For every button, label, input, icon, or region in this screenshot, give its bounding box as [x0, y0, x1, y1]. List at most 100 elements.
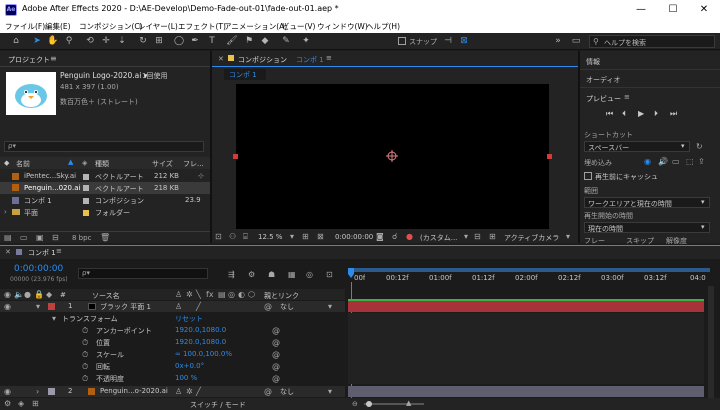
tag-icon[interactable]: ◈ [82, 159, 87, 167]
layer-row[interactable]: ◉ › 2 Penguin...o-2020.ai ♙ ✲ ╱ @ なし ▾ [0, 386, 345, 397]
grid-icon[interactable]: ⊞ [489, 232, 496, 241]
close-tab-icon[interactable]: ✕ [218, 55, 224, 63]
viewer-timecode[interactable]: 0:00:00:00 [335, 233, 373, 241]
project-search-input[interactable]: ρ▾ [4, 141, 204, 152]
cache-checkbox[interactable] [584, 172, 592, 180]
shy-switch-icon[interactable]: ♙ [175, 387, 182, 396]
label-swatch[interactable] [48, 303, 55, 310]
solo-icon[interactable]: ● [24, 290, 31, 299]
stopwatch-icon[interactable]: ⏱ [82, 350, 88, 360]
new-folder-icon[interactable]: ▭ [20, 233, 28, 242]
zoom-slider[interactable] [364, 403, 424, 405]
menu-edit[interactable]: 編集(E) [45, 21, 71, 32]
label-swatch[interactable] [83, 185, 89, 191]
header-type[interactable]: 種類 [95, 159, 109, 169]
menu-layer[interactable]: レイヤー(L) [138, 21, 178, 32]
stopwatch-icon[interactable]: ⏱ [82, 338, 88, 348]
project-item-row[interactable]: iPentec...Sky.ai ベクトルアート 212 KB ⊹ [0, 171, 210, 182]
menu-help[interactable]: ヘルプ(H) [366, 21, 400, 32]
pickwhip-icon[interactable]: @ [272, 350, 280, 359]
preview-panel-tab[interactable]: プレビュー [586, 94, 621, 104]
playhead[interactable] [348, 268, 354, 282]
chevron-down-icon[interactable]: ▾ [52, 314, 56, 323]
property-row[interactable]: ⏱ 不透明度 100 % @ [0, 373, 345, 384]
bpc-label[interactable]: 8 bpc [72, 234, 91, 242]
work-area-bar[interactable] [348, 268, 710, 272]
audio-panel-tab[interactable]: オーディオ [586, 75, 621, 85]
expand-modes-icon[interactable]: ⊞ [32, 399, 39, 408]
audio-icon[interactable]: 🔈 [14, 290, 24, 299]
property-row[interactable]: ⏱ スケール ∞ 100.0,100.0% @ [0, 349, 345, 360]
eye-icon[interactable]: ◉ [4, 290, 11, 299]
pickwhip-icon[interactable]: @ [264, 387, 272, 396]
minimize-button[interactable]: — [634, 3, 648, 17]
brush-tool-icon[interactable]: 🖌 [226, 35, 238, 47]
pickwhip-icon[interactable]: @ [272, 338, 280, 347]
quality-dropdown[interactable]: (カスタム... [420, 233, 457, 243]
eye-icon[interactable]: ◉ [4, 302, 11, 311]
hand-tool-icon[interactable]: ✋ [47, 35, 59, 47]
reset-link[interactable]: リセット [175, 314, 203, 324]
snap-options-icon[interactable]: ⊣ [442, 35, 454, 47]
layer-name[interactable]: Penguin...o-2020.ai [100, 387, 168, 395]
property-value[interactable]: 100 % [175, 374, 197, 382]
overlays-toggle-icon[interactable]: ▭ [672, 157, 680, 166]
motion-blur-icon[interactable]: ◎ [306, 270, 313, 279]
panel-menu-icon[interactable]: ≡ [624, 93, 630, 101]
parent-value[interactable]: なし [280, 387, 294, 397]
trash-icon[interactable]: 🗑 [100, 233, 110, 242]
source-name-header[interactable]: ソース名 [92, 291, 120, 301]
time-ruler[interactable]: 00f 00:12f 01:00f 01:12f 02:00f 02:12f 0… [348, 268, 710, 290]
stopwatch-icon[interactable]: ⏱ [82, 374, 88, 384]
pan-behind-icon[interactable]: ⊞ [153, 35, 165, 47]
lock-icon[interactable] [228, 55, 234, 61]
expand-switches-icon[interactable]: ◈ [18, 399, 24, 408]
first-frame-icon[interactable]: ⏮ [606, 109, 613, 119]
project-item-row[interactable]: Penguin...020.ai ベクトルアート 218 KB [0, 182, 210, 194]
ellipse-tool-icon[interactable]: ◯ [173, 35, 185, 47]
layer-bar-1[interactable] [348, 301, 704, 312]
menu-composition[interactable]: コンポジション(C) [79, 21, 143, 32]
stopwatch-icon[interactable]: ⏱ [82, 362, 88, 372]
expand-icon[interactable]: » [552, 35, 564, 47]
camera-dropdown[interactable]: アクティブカメラ [504, 233, 559, 243]
quality-switch-icon[interactable]: ╱ [196, 302, 201, 311]
pan-camera-icon[interactable]: ✛ [100, 35, 112, 47]
zoom-tool-icon[interactable]: ⚲ [63, 35, 75, 47]
menu-effect[interactable]: エフェクト(T) [178, 21, 226, 32]
composition-name[interactable]: コンポ 1 [296, 55, 324, 65]
sort-asc-icon[interactable]: ▲ [68, 158, 73, 166]
pickwhip-icon[interactable]: @ [272, 362, 280, 371]
vr-icon[interactable]: ⚇ [229, 232, 236, 241]
property-value[interactable]: 0x+0.0° [175, 362, 204, 370]
help-search-input[interactable]: ⚲ ヘルプを検索 [589, 35, 715, 48]
panel-menu-icon[interactable]: ≡ [56, 247, 62, 255]
property-row[interactable]: ⏱ 回転 0x+0.0° @ [0, 361, 345, 372]
loop-icon[interactable]: ↻ [696, 142, 703, 151]
zoom-out-icon[interactable]: ⊖ [352, 400, 358, 408]
timeline-search-input[interactable]: ρ▾ [78, 268, 208, 279]
label-swatch[interactable] [83, 174, 89, 180]
pickwhip-icon[interactable]: @ [264, 302, 272, 311]
lock-icon[interactable]: 🔒 [34, 290, 44, 299]
label-swatch[interactable] [83, 210, 89, 216]
zoom-dropdown[interactable]: 12.5 % [258, 233, 282, 241]
workspace-icon[interactable]: ▭ [570, 35, 582, 47]
maximize-button[interactable]: ☐ [666, 3, 680, 17]
draft-3d-icon[interactable]: ⚙ [248, 270, 255, 279]
bounding-handle[interactable] [233, 154, 238, 159]
mask-visibility-icon[interactable]: ⌸ [243, 232, 248, 242]
label-column-icon[interactable]: ◆ [4, 159, 9, 167]
preview-file-name[interactable]: Penguin Logo-2020.ai ▾ [60, 71, 148, 80]
toggle-transparency-icon[interactable]: ⊟ [474, 232, 481, 241]
label-swatch[interactable] [83, 198, 89, 204]
text-tool-icon[interactable]: T [206, 35, 218, 47]
label-icon[interactable]: ◆ [46, 290, 52, 299]
interpret-footage-icon[interactable]: ▤ [4, 233, 12, 242]
project-item-row[interactable]: コンポ 1 コンポジション 23.9 [0, 195, 210, 206]
next-frame-icon[interactable]: ⏵ [654, 109, 658, 119]
stopwatch-icon[interactable]: ⏱ [82, 326, 88, 336]
parent-link-header[interactable]: 親とリンク [264, 291, 299, 301]
layer-controls-icon[interactable]: ⬚ [686, 157, 694, 166]
render-time-icon[interactable]: ⚙ [4, 399, 11, 408]
